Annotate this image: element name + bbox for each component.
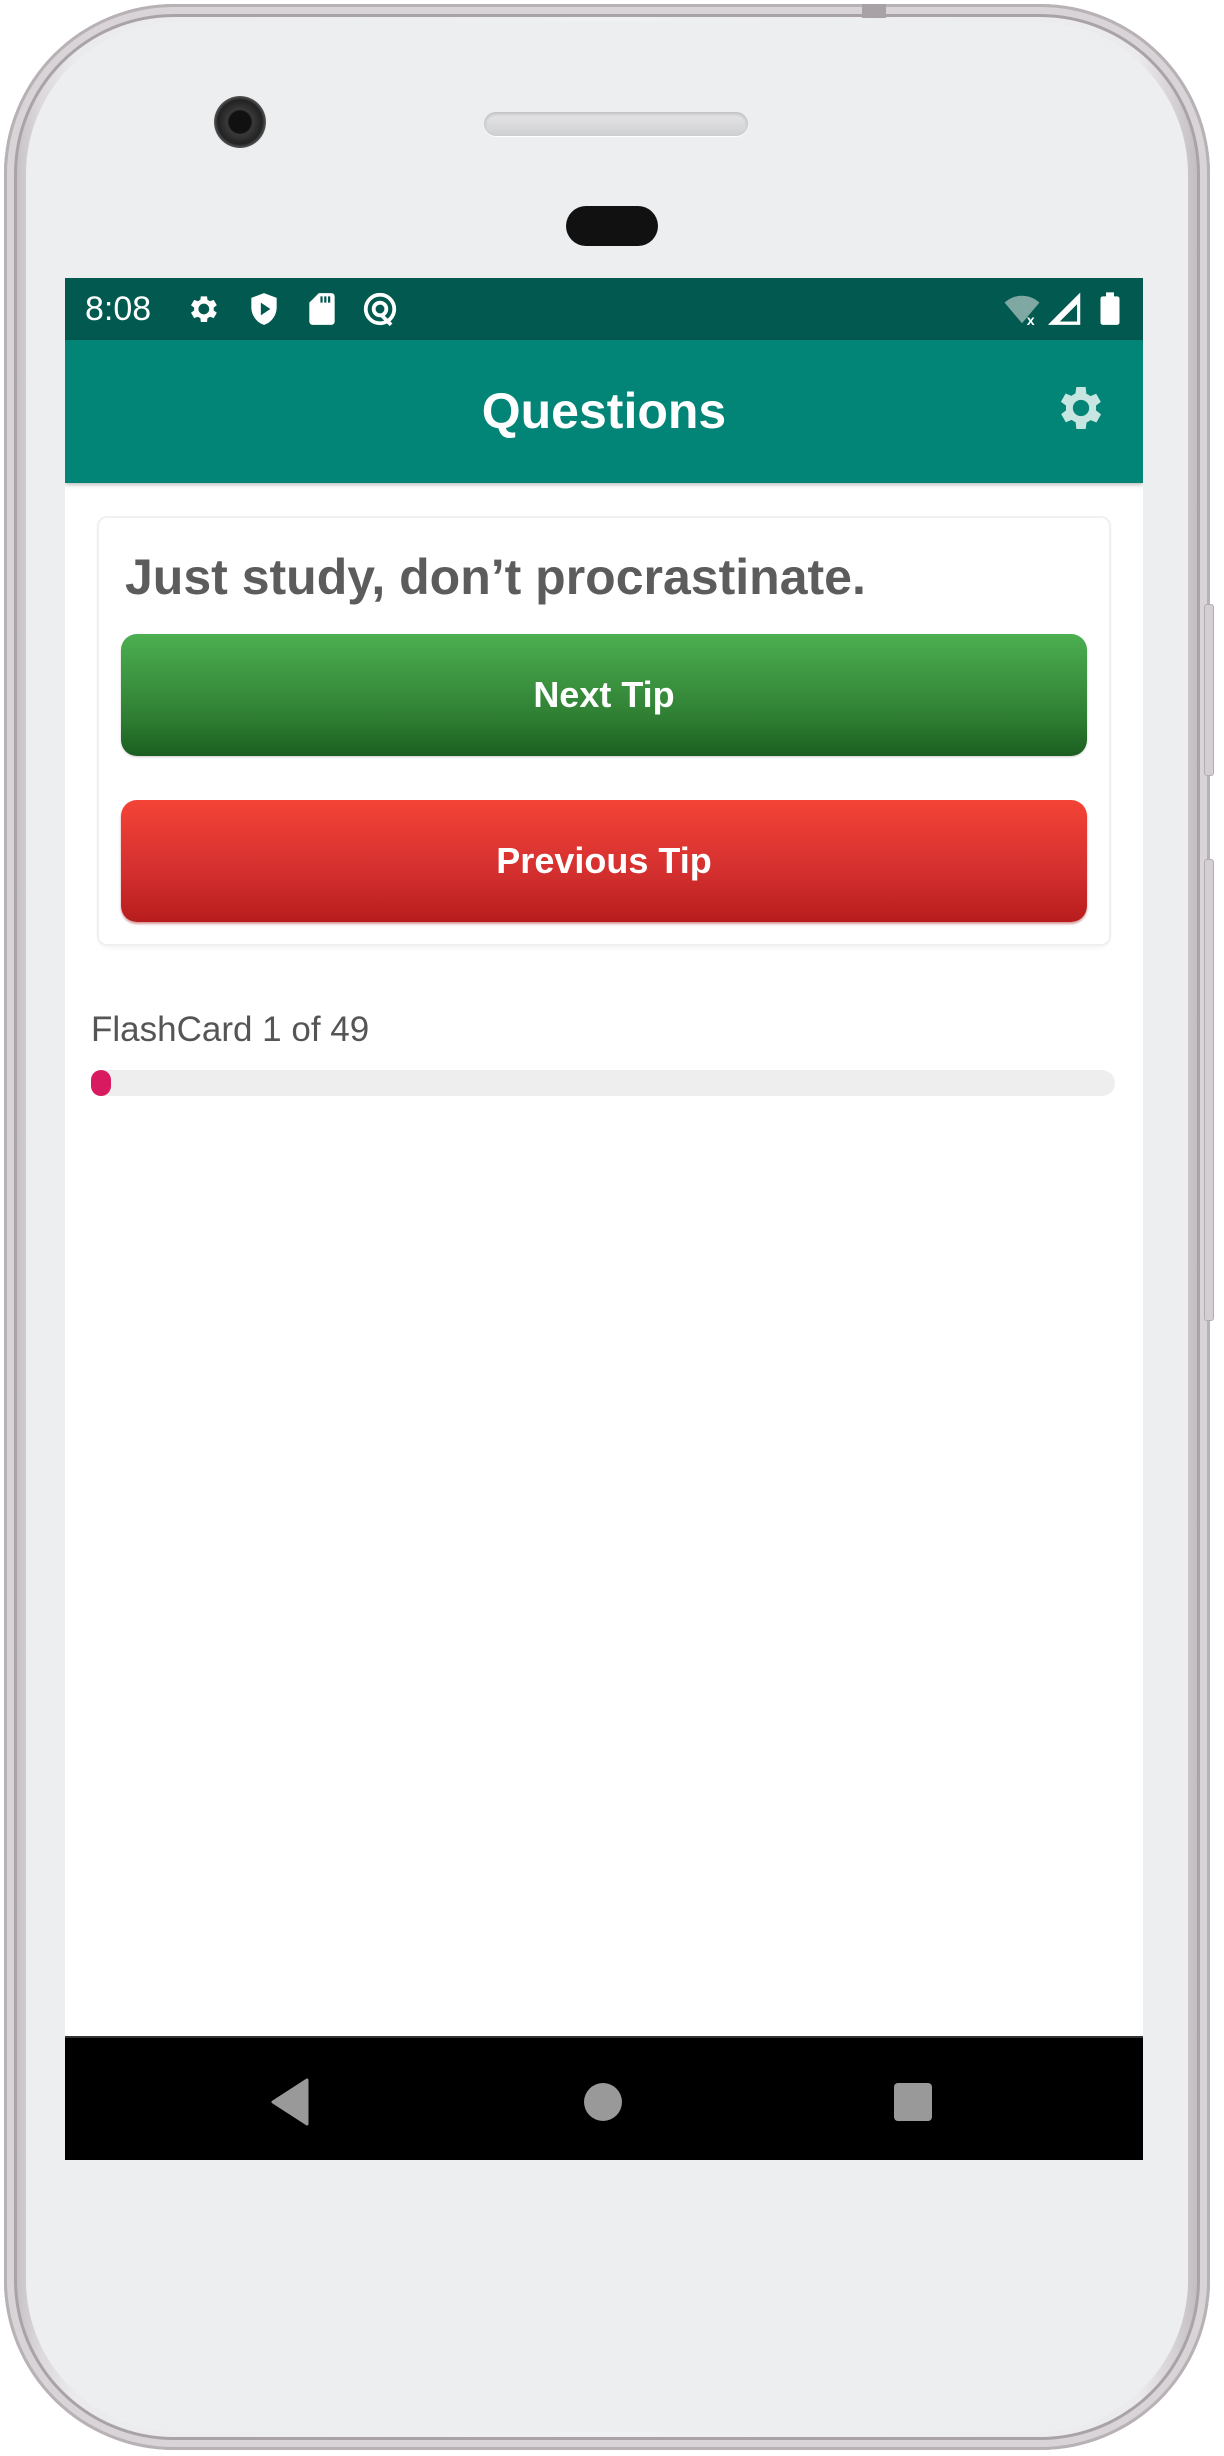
settings-icon (191, 296, 217, 322)
home-circle-icon (584, 2083, 622, 2121)
tip-card: Just study, don’t procrastinate. Next Ti… (99, 518, 1109, 944)
next-tip-button[interactable]: Next Tip (121, 634, 1087, 756)
flashcard-progress-label: FlashCard 1 of 49 (91, 1010, 370, 1049)
page-title: Questions (481, 383, 727, 439)
earpiece-speaker (484, 112, 748, 136)
nav-home-button[interactable] (573, 2072, 633, 2132)
recents-square-icon (894, 2083, 932, 2121)
front-camera (214, 96, 266, 148)
nav-back-button[interactable] (261, 2072, 321, 2132)
status-bar: 8:08 x (65, 278, 1143, 340)
sd-card-icon (309, 293, 335, 325)
wifi-no-internet-icon: x (1004, 295, 1040, 328)
status-time: 8:08 (85, 290, 152, 328)
nav-recents-button[interactable] (883, 2072, 943, 2132)
back-triangle-icon (271, 2078, 309, 2126)
progress-fill (91, 1070, 111, 1096)
battery-icon (1100, 292, 1120, 325)
tip-text: Just study, don’t procrastinate. (125, 549, 866, 605)
svg-text:x: x (1027, 313, 1035, 328)
previous-tip-button[interactable]: Previous Tip (121, 800, 1087, 922)
flashcard-progress-bar (91, 1070, 1115, 1096)
at-sign-icon (363, 292, 397, 327)
cellular-signal-icon (1047, 292, 1081, 325)
system-nav-bar (65, 2036, 1143, 2160)
proximity-sensor (566, 206, 658, 246)
device-screen: 8:08 x Questions Just study, don’t procr… (65, 278, 1143, 2160)
phone-top-button (862, 4, 886, 18)
settings-button[interactable] (1053, 380, 1109, 436)
volume-button (1204, 859, 1214, 1321)
power-button (1204, 604, 1214, 776)
settings-gear-icon (1060, 387, 1102, 429)
shield-play-icon (251, 293, 277, 325)
app-bar: Questions (65, 340, 1143, 483)
